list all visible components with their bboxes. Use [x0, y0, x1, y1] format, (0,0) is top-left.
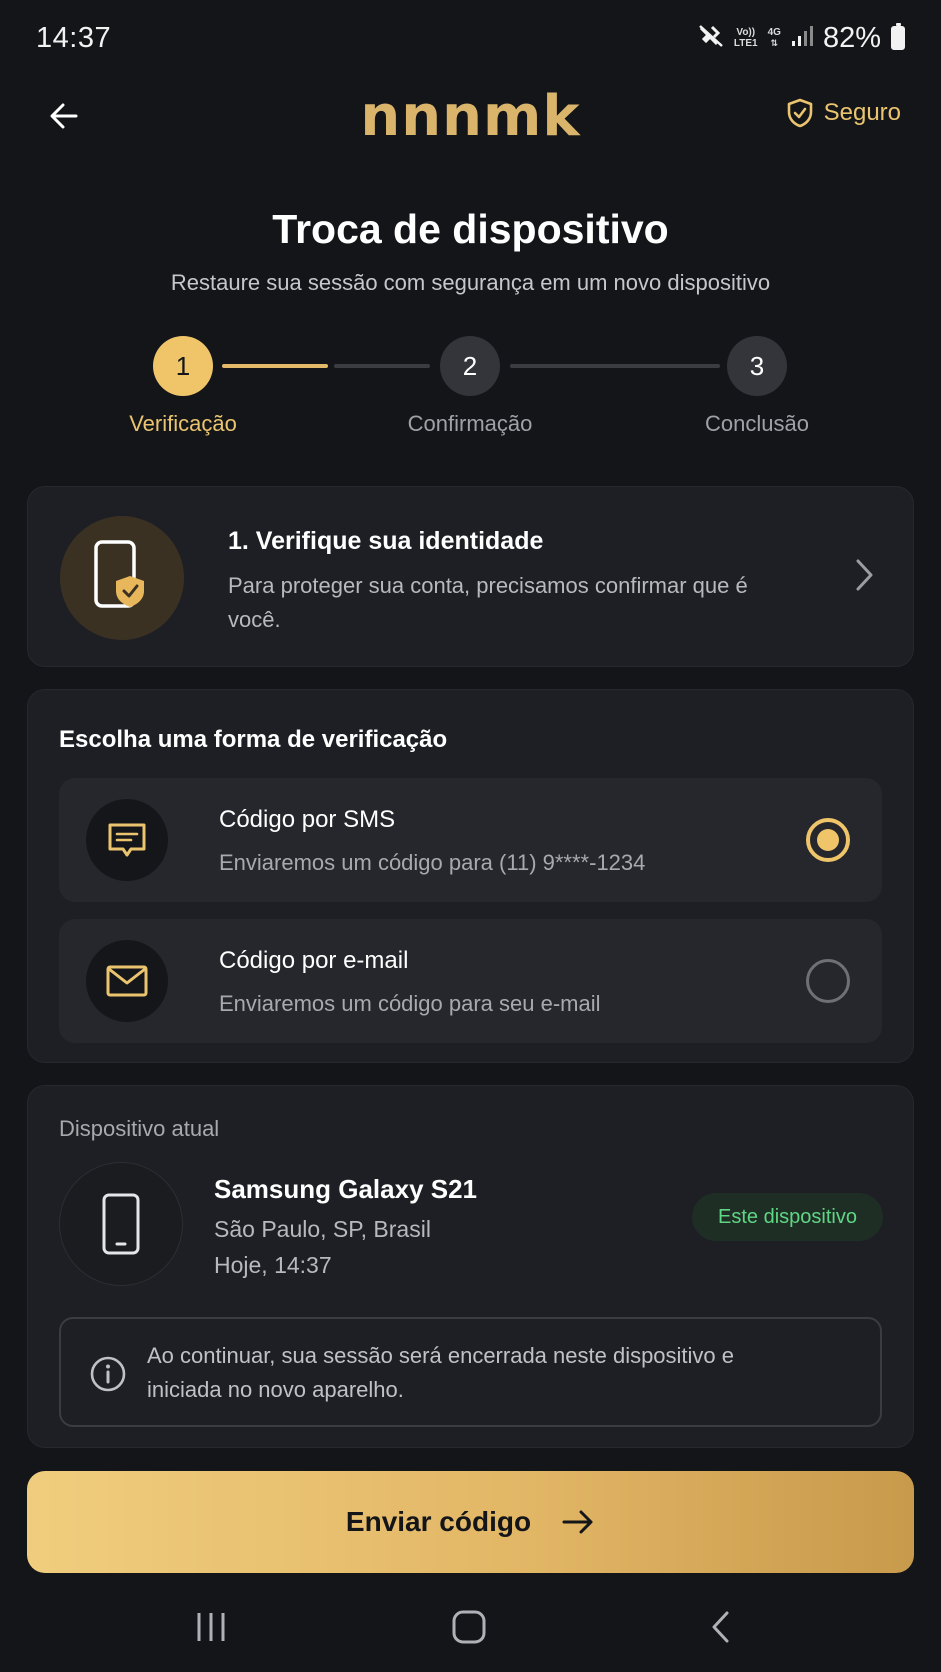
mail-icon-circle: [86, 940, 168, 1022]
step-3-circle: 3: [727, 336, 787, 396]
current-device-card: Dispositivo atual Samsung Galaxy S21 São…: [27, 1085, 914, 1448]
home-icon: [452, 1610, 486, 1644]
device-section-label: Dispositivo atual: [59, 1116, 220, 1141]
option-sms-description: Enviaremos um código para (11) 9****-123…: [219, 850, 646, 875]
lte-label: LTE1: [733, 38, 758, 49]
status-icons: Vo)) LTE1 4G ⇅ 82%: [698, 22, 905, 55]
page-subtitle: Restaure sua sessão com segurança em um …: [170, 270, 771, 295]
option-sms[interactable]: Código por SMS Enviaremos um código para…: [59, 778, 882, 902]
progress-stepper: 1 2 3 Verificação Confirmação Conclusão: [0, 336, 941, 446]
step-2-circle: 2: [440, 336, 500, 396]
recent-apps-icon: [197, 1613, 225, 1641]
smartphone-icon: [102, 1193, 140, 1255]
option-sms-title: Código por SMS: [219, 806, 396, 833]
home-button[interactable]: [434, 1602, 504, 1652]
battery-percent: 82%: [822, 21, 881, 54]
radio-email-unselected[interactable]: [806, 959, 850, 1003]
page-title: Troca de dispositivo: [272, 206, 669, 252]
mute-icon: [698, 24, 724, 53]
stepper-line-2: [510, 364, 720, 368]
shield-check-icon: [787, 98, 812, 128]
volte-label: Vo)): [736, 27, 756, 38]
device-location: São Paulo, SP, Brasil: [214, 1216, 431, 1242]
option-email[interactable]: Código por e-mail Enviaremos um código p…: [59, 919, 882, 1043]
session-info-box: Ao continuar, sua sessão será encerrada …: [59, 1317, 882, 1427]
system-navigation-bar: [0, 1590, 941, 1672]
top-app-bar: nnnmk Seguro: [0, 80, 941, 152]
mail-icon: [106, 965, 148, 997]
verification-method-card: Escolha uma forma de verificação Código …: [27, 689, 914, 1063]
chevron-left-icon: [712, 1611, 729, 1643]
option-email-description: Enviaremos um código para seu e-mail: [219, 991, 601, 1016]
send-code-button[interactable]: Enviar código: [27, 1471, 914, 1573]
battery-icon: [891, 23, 905, 50]
data-arrows-icon: ⇅: [770, 38, 779, 48]
signal-icon: [791, 25, 813, 52]
chevron-right-icon: [855, 557, 875, 598]
device-name: Samsung Galaxy S21: [214, 1174, 478, 1204]
identity-card-title: 1. Verifique sua identidade: [228, 527, 544, 555]
sms-icon: [108, 823, 146, 857]
recent-apps-button[interactable]: [176, 1602, 246, 1652]
step-1-circle: 1: [153, 336, 213, 396]
identity-card-description: Para proteger sua conta, precisamos conf…: [228, 573, 748, 632]
identity-verification-card[interactable]: 1. Verifique sua identidade Para protege…: [27, 486, 914, 667]
verification-title: Escolha uma forma de verificação: [59, 726, 448, 753]
step-1-label: Verificação: [129, 411, 237, 436]
info-icon: [89, 1355, 127, 1398]
status-time: 14:37: [36, 21, 112, 54]
network-type-label: 4G: [767, 27, 781, 38]
send-code-label: Enviar código: [345, 1506, 532, 1537]
phone-shield-icon: [94, 540, 144, 608]
stepper-line-progress: [222, 364, 328, 368]
step-3-label: Conclusão: [705, 411, 809, 436]
step-2-label: Confirmação: [407, 411, 533, 436]
secure-label: Seguro: [823, 99, 901, 126]
option-email-title: Código por e-mail: [219, 947, 409, 974]
status-bar: 14:37 Vo)) LTE1 4G ⇅ 82%: [0, 0, 941, 76]
arrow-right-icon: [562, 1510, 593, 1534]
device-icon-circle: [59, 1162, 183, 1286]
secure-button[interactable]: Seguro: [786, 98, 901, 128]
device-last-seen: Hoje, 14:37: [214, 1252, 332, 1278]
this-device-badge: Este dispositivo: [692, 1193, 883, 1241]
radio-sms-selected[interactable]: [806, 818, 850, 862]
sms-icon-circle: [86, 799, 168, 881]
network-type: 4G ⇅: [768, 27, 781, 49]
volte-indicator: Vo)) LTE1: [734, 27, 758, 49]
system-back-button[interactable]: [686, 1602, 756, 1652]
stepper-line-1: [334, 364, 430, 368]
identity-icon-circle: [60, 516, 184, 640]
session-info-text: Ao continuar, sua sessão será encerrada …: [147, 1343, 735, 1402]
